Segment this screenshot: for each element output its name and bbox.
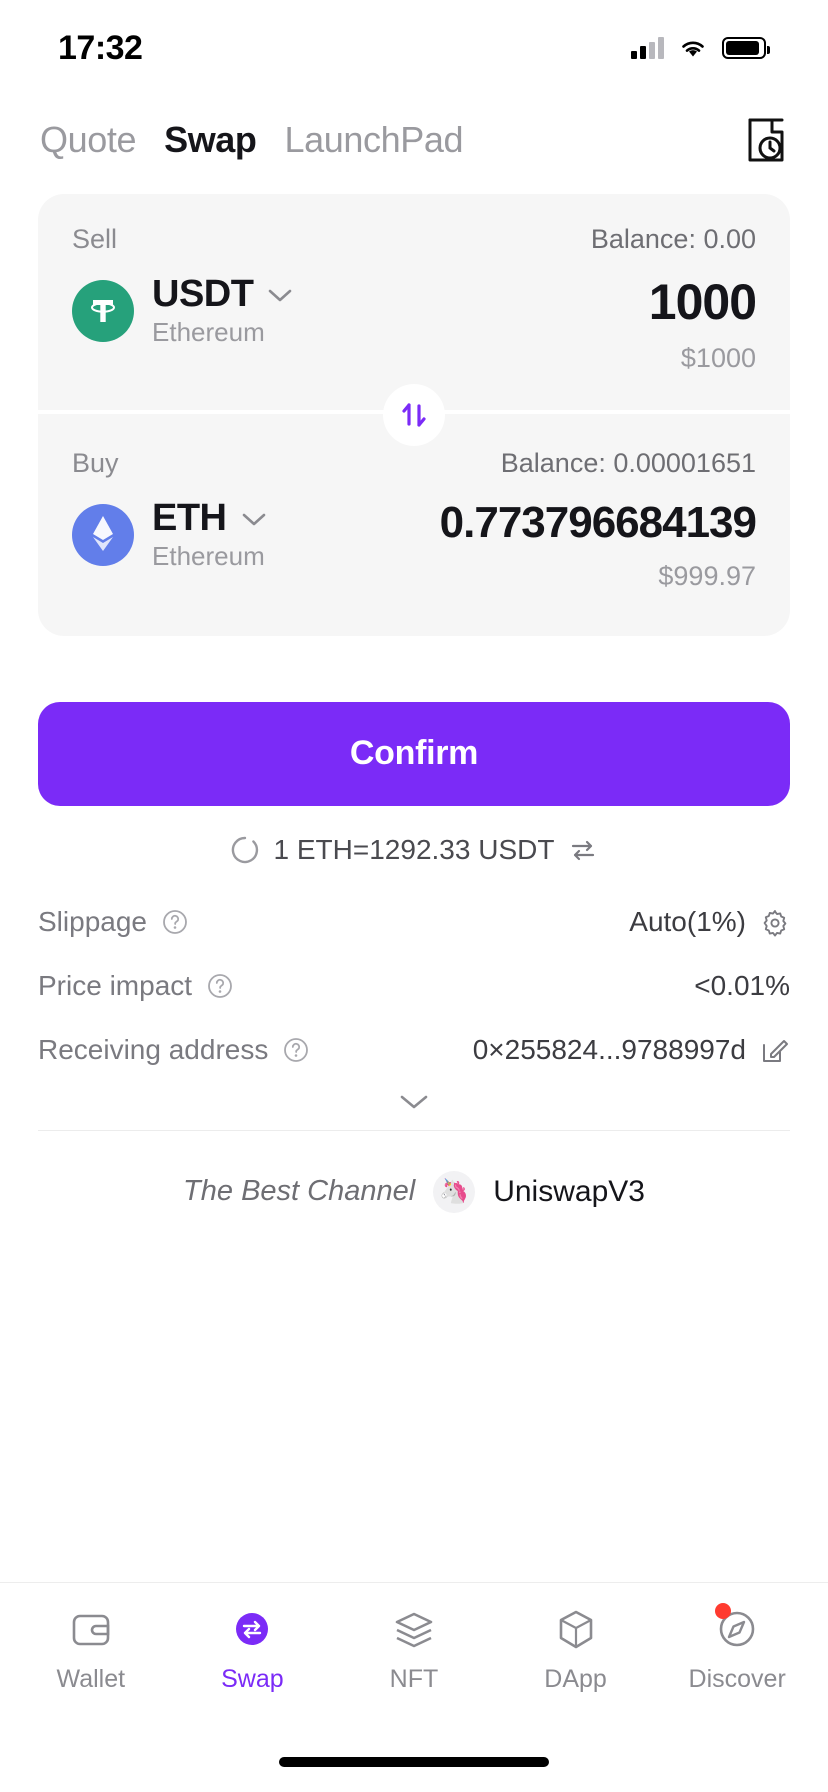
swap-card-container: Sell Balance: 0.00 USDT Ethereum 1000 $1… (0, 186, 828, 636)
sell-amount-input[interactable]: 1000 (649, 275, 756, 329)
buy-token-chain: Ethereum (152, 540, 265, 571)
unicorn-icon: 🦄 (433, 1170, 476, 1213)
compass-icon (715, 1603, 759, 1655)
cellular-signal-icon (631, 37, 664, 59)
receiving-address-value: 0×255824...9788997d (472, 1033, 746, 1065)
buy-panel-header: Buy Balance: 0.00001651 (72, 448, 756, 479)
status-bar-icons (631, 37, 770, 59)
gear-icon[interactable] (760, 907, 790, 937)
header: Quote Swap LaunchPad (0, 96, 828, 186)
swap-direction-arrows-icon (402, 403, 426, 427)
buy-token-selector[interactable]: ETH Ethereum (72, 497, 267, 572)
detail-row-slippage[interactable]: Slippage Auto(1%) (38, 890, 790, 954)
slippage-value: Auto(1%) (629, 905, 746, 937)
details-list: Slippage Auto(1%) Price impact <0.01% Re… (0, 876, 828, 1130)
wallet-icon (69, 1605, 113, 1655)
detail-row-receiving-address[interactable]: Receiving address 0×255824...9788997d (38, 1018, 790, 1082)
price-impact-value-group: <0.01% (694, 970, 790, 1002)
nav-item-swap[interactable]: Swap (177, 1605, 327, 1694)
buy-balance: Balance: 0.00001651 (500, 448, 756, 478)
sell-panel: Sell Balance: 0.00 USDT Ethereum 1000 $1… (38, 194, 790, 410)
price-impact-label-group: Price impact (38, 970, 234, 1002)
buy-label: Buy (72, 448, 119, 478)
history-clock-icon[interactable] (744, 116, 788, 164)
tether-usdt-icon (72, 280, 134, 343)
exchange-rate-text: 1 ETH=1292.33 USDT (273, 833, 555, 865)
status-bar-time: 17:32 (58, 28, 143, 67)
slippage-label: Slippage (38, 905, 147, 937)
question-mark-icon[interactable] (282, 1036, 310, 1064)
tab-swap[interactable]: Swap (164, 119, 257, 161)
question-mark-icon[interactable] (161, 908, 189, 936)
chevron-down-icon[interactable] (267, 287, 293, 303)
nav-item-nft[interactable]: NFT (339, 1605, 489, 1694)
reverse-rate-icon[interactable] (568, 837, 598, 863)
receiving-address-label-group: Receiving address (38, 1034, 310, 1066)
battery-icon (722, 37, 770, 59)
swap-icon (230, 1605, 274, 1655)
buy-token-meta: ETH Ethereum (152, 497, 267, 572)
chevron-down-icon[interactable] (241, 511, 267, 527)
buy-fiat-value: $999.97 (658, 560, 756, 591)
best-channel-row[interactable]: The Best Channel 🦄 UniswapV3 (0, 1131, 828, 1213)
detail-row-price-impact[interactable]: Price impact <0.01% (38, 954, 790, 1018)
chevron-down-icon (400, 1095, 428, 1108)
confirm-button[interactable]: Confirm (38, 701, 790, 806)
buy-panel-body: ETH Ethereum 0.773796684139 $999.97 (72, 497, 756, 592)
loading-spinner-icon (231, 836, 258, 863)
sell-token-symbol: USDT (152, 273, 254, 315)
slippage-value-group[interactable]: Auto(1%) (629, 906, 790, 938)
nav-label-swap: Swap (221, 1665, 284, 1693)
status-bar: 17:32 (0, 0, 828, 96)
tab-quote[interactable]: Quote (40, 119, 136, 161)
dapp-cube-icon (554, 1605, 598, 1655)
receiving-address-value-group[interactable]: 0×255824...9788997d (473, 1034, 790, 1066)
price-impact-label: Price impact (38, 969, 193, 1001)
edit-icon[interactable] (760, 1035, 790, 1065)
swap-direction-button[interactable] (383, 383, 445, 446)
confirm-container: Confirm (0, 636, 828, 806)
nav-item-dapp[interactable]: DApp (501, 1605, 651, 1694)
sell-token-meta: USDT Ethereum (152, 273, 293, 348)
home-indicator-area (0, 1732, 828, 1792)
swap-screen: 17:32 Quote Swap LaunchPad Sell Balance:… (0, 0, 828, 1792)
home-indicator[interactable] (279, 1757, 549, 1767)
sell-fiat-value: $1000 (680, 343, 756, 373)
swap-card: Sell Balance: 0.00 USDT Ethereum 1000 $1… (38, 194, 790, 636)
ethereum-icon (72, 504, 134, 567)
nav-label-wallet: Wallet (56, 1665, 126, 1693)
best-channel-label: The Best Channel (183, 1175, 416, 1208)
sell-balance: Balance: 0.00 (590, 224, 756, 254)
nav-label-nft: NFT (389, 1665, 439, 1693)
sell-panel-body: USDT Ethereum 1000 $1000 (72, 273, 756, 374)
price-impact-value: <0.01% (694, 969, 790, 1001)
buy-amount-group: 0.773796684139 $999.97 (267, 499, 756, 592)
tab-launchpad[interactable]: LaunchPad (285, 119, 464, 161)
sell-token-top: USDT (152, 273, 293, 315)
nav-item-discover[interactable]: Discover (662, 1603, 812, 1694)
bottom-navigation: Wallet Swap NFT DApp Discover (0, 1582, 828, 1732)
wifi-icon (682, 41, 704, 57)
nav-item-wallet[interactable]: Wallet (16, 1605, 166, 1694)
sell-label: Sell (72, 224, 118, 254)
buy-token-symbol: ETH (152, 497, 227, 539)
nav-label-discover: Discover (688, 1665, 786, 1693)
nav-label-dapp: DApp (544, 1665, 607, 1693)
receiving-address-label: Receiving address (38, 1033, 269, 1065)
nft-layers-icon (391, 1605, 437, 1655)
expand-details-button[interactable] (38, 1082, 790, 1130)
buy-token-top: ETH (152, 497, 267, 539)
slippage-label-group: Slippage (38, 906, 189, 938)
sell-token-chain: Ethereum (152, 316, 265, 347)
question-mark-icon[interactable] (206, 972, 234, 1000)
best-channel-name: UniswapV3 (493, 1174, 645, 1208)
buy-amount-value[interactable]: 0.773796684139 (440, 499, 756, 547)
sell-token-selector[interactable]: USDT Ethereum (72, 273, 293, 348)
sell-amount-group: 1000 $1000 (293, 275, 756, 374)
buy-panel: Buy Balance: 0.00001651 ETH Ethereum 0.7… (38, 414, 790, 636)
tab-bar: Quote Swap LaunchPad (40, 119, 463, 161)
exchange-rate-row[interactable]: 1 ETH=1292.33 USDT (0, 806, 828, 876)
sell-panel-header: Sell Balance: 0.00 (72, 224, 756, 255)
